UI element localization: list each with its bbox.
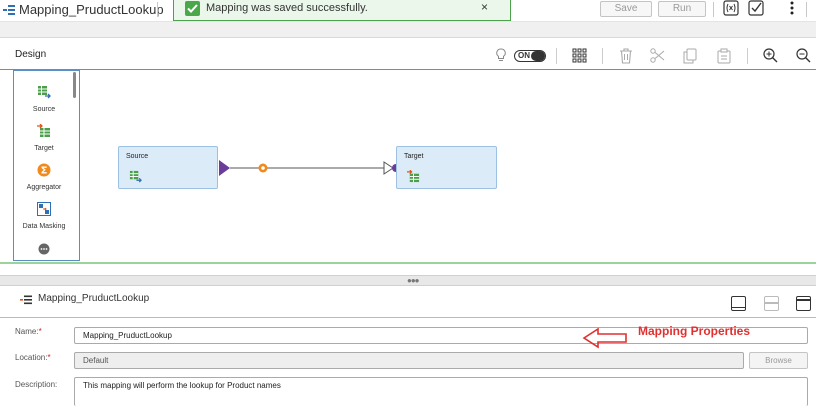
palette-item-source[interactable]: Source bbox=[14, 85, 74, 113]
description-label: Description: bbox=[15, 380, 58, 389]
toast-message: Mapping was saved successfully. bbox=[206, 2, 368, 14]
palette-item-aggregator[interactable]: Σ Aggregator bbox=[14, 163, 74, 191]
palette-item-label: Target bbox=[34, 145, 54, 152]
aggregator-icon: Σ bbox=[37, 163, 51, 177]
source-icon bbox=[129, 170, 142, 183]
more-options-icon[interactable] bbox=[789, 0, 795, 16]
lightbulb-icon[interactable] bbox=[495, 48, 507, 63]
success-toast: Mapping was saved successfully. × bbox=[173, 0, 511, 21]
toolbar-divider bbox=[556, 48, 557, 64]
required-marker: * bbox=[47, 353, 51, 362]
source-node[interactable]: Source bbox=[118, 146, 218, 189]
target-icon bbox=[407, 170, 420, 183]
palette-item-target[interactable]: Target bbox=[14, 123, 74, 152]
target-node[interactable]: Target bbox=[396, 146, 497, 189]
mapping-icon bbox=[20, 295, 32, 305]
copy-icon[interactable] bbox=[683, 48, 697, 64]
canvas-bottom-border bbox=[0, 262, 816, 264]
maximize-panel-icon[interactable] bbox=[796, 296, 811, 311]
split-panel-icon[interactable] bbox=[764, 296, 779, 311]
svg-text:Σ: Σ bbox=[41, 166, 48, 177]
more-transformations-icon[interactable] bbox=[38, 243, 50, 255]
properties-header: Mapping_PruductLookup bbox=[0, 286, 816, 318]
transformation-palette: Source Target Σ Aggregator Data Masking bbox=[13, 70, 80, 261]
toolbar-divider bbox=[806, 2, 807, 17]
browse-button[interactable]: Browse bbox=[749, 352, 808, 369]
grid-arrange-icon[interactable] bbox=[572, 48, 587, 63]
palette-item-label: Data Masking bbox=[22, 223, 66, 230]
toolbar-divider bbox=[713, 2, 714, 17]
minimize-panel-icon[interactable] bbox=[731, 296, 746, 311]
toolbar-divider bbox=[747, 48, 748, 64]
mapping-link[interactable] bbox=[218, 158, 400, 178]
link-arrow-icon bbox=[383, 161, 394, 175]
node-label: Target bbox=[404, 153, 424, 160]
target-icon bbox=[37, 123, 50, 137]
toolbar-divider bbox=[602, 48, 603, 64]
name-label: Name:* bbox=[15, 327, 42, 336]
toast-close-button[interactable]: × bbox=[481, 0, 488, 14]
validate-icon[interactable] bbox=[748, 0, 766, 16]
palette-item-data-masking[interactable]: Data Masking bbox=[14, 202, 74, 230]
top-bar: Mapping_PruductLookup Mapping was saved … bbox=[0, 0, 816, 22]
run-button[interactable]: Run bbox=[658, 1, 706, 17]
zoom-out-icon[interactable] bbox=[796, 48, 811, 63]
delete-icon[interactable] bbox=[619, 48, 633, 64]
paste-icon[interactable] bbox=[717, 48, 731, 64]
palette-item-label: Source bbox=[32, 106, 56, 113]
panel-resize-handle[interactable]: ●●● bbox=[0, 275, 816, 286]
palette-scrollbar[interactable] bbox=[73, 72, 76, 98]
title-divider bbox=[157, 2, 158, 17]
data-masking-icon bbox=[37, 202, 51, 216]
properties-title: Mapping_PruductLookup bbox=[38, 293, 150, 304]
required-marker: * bbox=[38, 327, 42, 336]
description-field[interactable]: This mapping will perform the lookup for… bbox=[74, 377, 808, 406]
drag-handle-icon: ●●● bbox=[407, 276, 419, 285]
design-label: Design bbox=[15, 49, 47, 60]
location-label: Location:* bbox=[15, 353, 51, 362]
zoom-in-icon[interactable] bbox=[763, 48, 778, 63]
source-icon bbox=[38, 86, 51, 99]
annotation-label: Mapping Properties bbox=[638, 324, 751, 338]
mapping-title: Mapping_PruductLookup bbox=[19, 2, 164, 17]
location-field[interactable]: Default bbox=[74, 352, 744, 369]
auto-arrange-toggle[interactable]: ON bbox=[514, 50, 546, 62]
toggle-label: ON bbox=[518, 51, 530, 60]
output-port-icon bbox=[219, 160, 230, 176]
palette-item-label: Aggregator bbox=[26, 184, 62, 191]
node-label: Source bbox=[126, 153, 149, 160]
check-icon bbox=[185, 1, 200, 16]
toggle-knob bbox=[531, 51, 545, 61]
save-button[interactable]: Save bbox=[600, 1, 652, 17]
design-toolbar: Design ON bbox=[0, 39, 816, 70]
annotation-arrow-icon bbox=[582, 327, 627, 349]
mapping-icon bbox=[3, 5, 15, 15]
cut-icon[interactable] bbox=[650, 48, 665, 63]
secondary-bar bbox=[0, 22, 816, 38]
parameters-icon[interactable] bbox=[723, 0, 739, 16]
